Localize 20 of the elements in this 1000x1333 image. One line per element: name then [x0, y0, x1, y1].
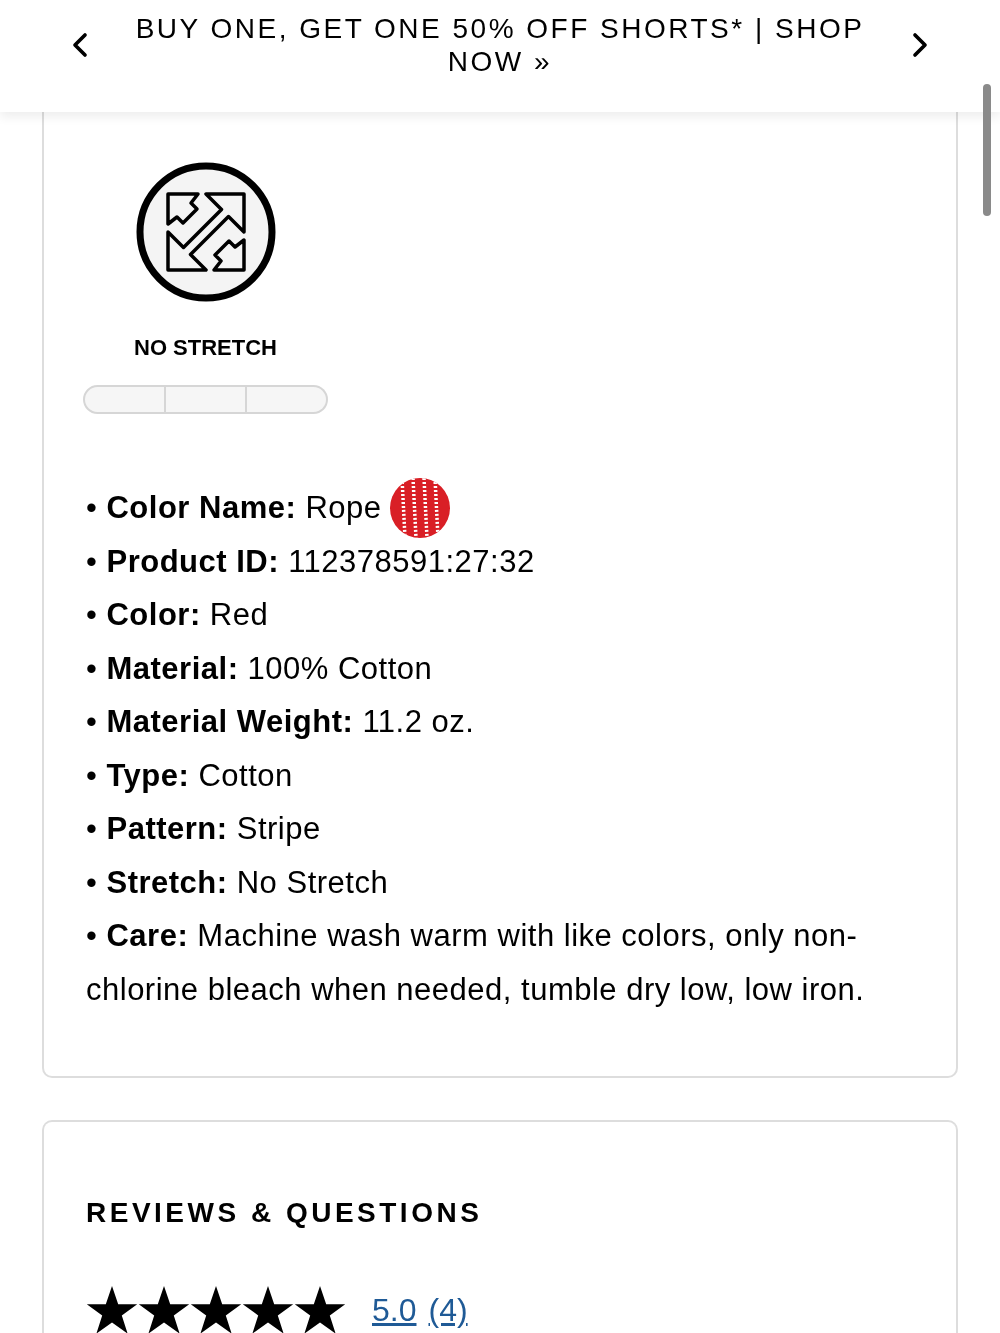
stretch-arrows-icon [135, 162, 276, 302]
product-attribute: • Product ID: 112378591:27:32 [86, 542, 536, 581]
stretch-label: NO STRETCH [134, 334, 277, 362]
product-attribute: • Type: Cotton [86, 756, 294, 795]
rating-link[interactable]: 5.0 [372, 1290, 417, 1330]
product-attribute: • Pattern: Stripe [86, 810, 322, 848]
product-attribute: • Material Weight: 11.2 oz. [86, 703, 476, 741]
product-attribute: • Material: 100% Cotton [86, 649, 434, 688]
star-icon [190, 1285, 242, 1333]
star-icon [242, 1285, 294, 1333]
section-heading: REVIEWS & QUESTIONS [86, 1196, 484, 1230]
product-attribute: • Color: Red [86, 596, 270, 634]
product-attribute: • Stretch: No Stretch [86, 863, 390, 902]
star-icon [138, 1285, 190, 1333]
product-attribute: • Care: Machine wash warm with like colors, only non-chlorine bleach when needed, tumble dry low, low iron. [86, 917, 866, 1009]
star-icon [294, 1285, 346, 1333]
product-attribute: • Color Name: Rope [86, 489, 382, 527]
star-icon [86, 1285, 138, 1333]
review-count-link[interactable]: (4) [428, 1290, 468, 1330]
promo-link[interactable]: BUY ONE, GET ONE 50% OFF SHORTS* | SHOP NOW » [120, 12, 880, 78]
